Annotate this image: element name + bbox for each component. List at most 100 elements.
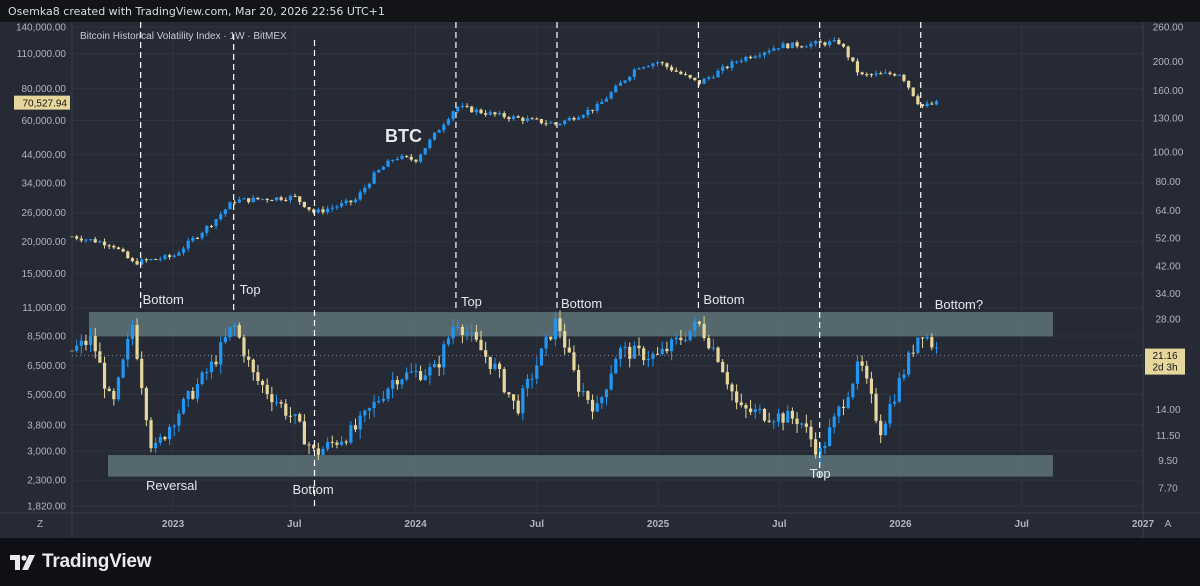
btc-candle-body xyxy=(98,241,102,243)
btc-candle-body xyxy=(739,60,743,62)
right-axis-tick: 9.50 xyxy=(1158,456,1178,467)
vol-candle-body xyxy=(163,436,167,440)
right-axis-tick: 11.50 xyxy=(1156,431,1181,442)
vol-candle-body xyxy=(869,378,874,394)
btc-candle-body xyxy=(502,113,506,118)
vol-candle-body xyxy=(181,398,186,414)
vol-candle-body xyxy=(776,413,781,422)
vol-candle-body xyxy=(721,361,725,373)
vol-candle-body xyxy=(558,318,562,332)
btc-candle-body xyxy=(400,155,404,159)
vol-candle-body xyxy=(437,364,441,368)
right-axis-tick: 130.00 xyxy=(1153,113,1184,124)
btc-candle-body xyxy=(525,118,530,122)
vol-candle-body xyxy=(934,347,939,349)
vol-candle-body xyxy=(637,345,641,349)
btc-candle-body xyxy=(158,258,162,260)
vol-candle-body xyxy=(758,408,762,410)
tradingview-brand: TradingView xyxy=(42,551,152,572)
vol-candle-body xyxy=(98,351,102,363)
btc-candle-body xyxy=(274,197,279,201)
btc-candle-body xyxy=(758,55,762,57)
btc-candle-body xyxy=(549,122,553,124)
btc-candle-body xyxy=(479,109,483,114)
right-axis-tick: 100.00 xyxy=(1153,148,1184,159)
zone-band xyxy=(89,312,1053,337)
axis-edge-left: Z xyxy=(37,519,43,530)
btc-candle-body xyxy=(391,159,395,161)
header-credit: Osemka8 created with TradingView.com, Ma… xyxy=(8,5,385,18)
btc-candle-body xyxy=(776,48,781,50)
btc-candle-body xyxy=(572,117,576,120)
btc-candle-body xyxy=(381,166,385,170)
vol-candle-body xyxy=(539,348,544,366)
vol-candle-body xyxy=(902,374,906,379)
vol-candle-body xyxy=(474,332,478,340)
btc-candle-body xyxy=(637,68,641,70)
vol-candle-body xyxy=(795,418,799,424)
vol-candle-body xyxy=(651,353,655,359)
btc-candle-body xyxy=(172,255,176,257)
vol-candle-body xyxy=(493,363,497,369)
vol-candle-body xyxy=(428,367,432,376)
btc-candle-body xyxy=(837,39,841,45)
vol-candle-body xyxy=(809,426,813,440)
vol-candle-body xyxy=(930,336,934,348)
vol-candle-body xyxy=(683,340,688,342)
btc-candle-body xyxy=(683,74,688,76)
chart[interactable]: Bottom Top Bottom Top Bottom Bottom Top Bottom?… xyxy=(0,22,1200,538)
left-axis-tick: 44,000.00 xyxy=(22,150,67,161)
btc-candle-body xyxy=(395,158,399,160)
btc-candle-body xyxy=(586,109,590,116)
vol-candle-body xyxy=(130,324,135,339)
vol-candle-body xyxy=(247,356,251,360)
vol-candle-body xyxy=(669,339,674,352)
tradingview-logo[interactable]: TradingView xyxy=(10,550,152,574)
right-axis-tick: 34.00 xyxy=(1155,289,1180,300)
vol-candle-body xyxy=(739,402,743,406)
vol-candle-body xyxy=(372,401,376,409)
vol-candle-body xyxy=(470,332,474,334)
btc-candle-body xyxy=(409,156,413,160)
vol-candle-body xyxy=(465,333,469,335)
btc-candle-body xyxy=(735,61,739,63)
btc-candle-body xyxy=(772,48,776,51)
btc-candle-body xyxy=(688,74,692,78)
vol-candle-body xyxy=(897,378,901,402)
btc-candle-body xyxy=(209,225,214,227)
vol-candle-body xyxy=(665,348,669,352)
marker-label: Bottom xyxy=(703,292,744,307)
btc-candle-body xyxy=(112,245,116,248)
btc-candle-body xyxy=(442,124,446,131)
vol-candle-body xyxy=(563,331,567,348)
btc-candle-body xyxy=(604,98,609,102)
vol-candle-body xyxy=(688,330,692,341)
vol-candle-body xyxy=(544,336,548,349)
vol-candle-body xyxy=(456,326,460,328)
right-axis-tick: 28.00 xyxy=(1155,314,1180,325)
vol-candle-body xyxy=(191,391,195,399)
footer: TradingView xyxy=(0,538,1200,586)
btc-candle-body xyxy=(339,203,344,207)
vol-candle-body xyxy=(851,383,855,398)
marker-label: Bottom xyxy=(292,482,333,497)
vol-candle-body xyxy=(744,405,748,409)
btc-candle-body xyxy=(474,109,478,113)
btc-candle-body xyxy=(432,132,437,140)
vol-candle-body xyxy=(841,406,846,409)
vol-candle-body xyxy=(693,321,697,331)
btc-candle-body xyxy=(93,239,97,243)
vol-candle-body xyxy=(837,406,841,417)
vol-candle-body xyxy=(823,445,827,448)
vol-candle-body xyxy=(326,441,330,449)
vol-candle-body xyxy=(567,347,571,353)
marker-label: Top xyxy=(810,466,831,481)
vol-candle-body xyxy=(107,388,111,392)
vol-candle-body xyxy=(855,361,860,384)
btc-candle-body xyxy=(577,117,581,120)
vol-candle-body xyxy=(772,421,776,423)
btc-candle-body xyxy=(130,258,135,262)
x-axis-tick: 2023 xyxy=(162,519,185,530)
btc-candle-body xyxy=(423,147,427,155)
x-axis-tick: 2026 xyxy=(889,519,912,530)
